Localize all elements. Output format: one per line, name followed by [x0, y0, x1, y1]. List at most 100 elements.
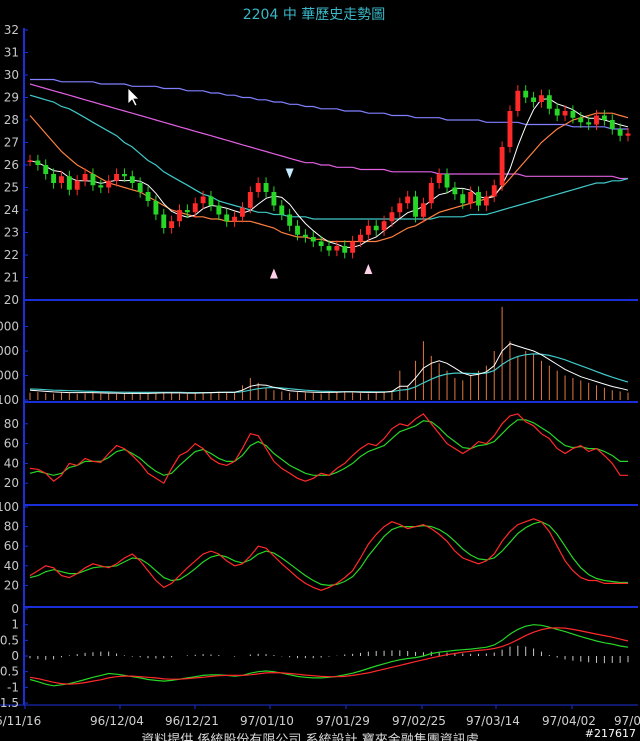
- candle-body: [43, 165, 49, 174]
- kd-line-red: [29, 413, 628, 485]
- x-tick-label: 96/12/04: [90, 714, 144, 728]
- candle-body: [224, 214, 230, 222]
- candle-body: [420, 203, 426, 217]
- stock-chart: 2204 中 華歷史走勢圖 32 31 30 29 28 27 26 25 24 23 22 21 20…: [0, 7, 640, 741]
- candle-body: [452, 187, 458, 195]
- candle-body: [483, 196, 489, 206]
- x-tick-label: 97/01/10: [240, 714, 294, 728]
- candle-body: [279, 205, 285, 215]
- panel-frames: [0, 28, 638, 706]
- volume-y-tick-label: 000: [0, 369, 19, 383]
- candle-body: [531, 97, 537, 102]
- candle-body: [436, 174, 442, 183]
- candle-body: [405, 196, 411, 204]
- footer-credit: 資料提供 係統股份有限公司 系統設計 寶來金融集團資訊處: [141, 732, 478, 741]
- candle-body: [523, 90, 529, 98]
- candle-body: [263, 183, 269, 192]
- x-tick-label: 97/02/25: [392, 714, 446, 728]
- candle-body: [350, 241, 356, 253]
- price-y-tick-label: 25: [4, 181, 19, 195]
- candle-body: [601, 115, 607, 120]
- macd-y-tick-label: 0: [11, 602, 19, 616]
- candle-body: [468, 192, 474, 204]
- candle-body: [491, 185, 497, 197]
- price-y-tick-label: 31: [4, 46, 19, 60]
- price-y-tick-label: 22: [4, 248, 19, 262]
- candle-body: [326, 246, 332, 251]
- candle-body: [247, 192, 253, 208]
- volume-y-tick-label: 000: [0, 320, 19, 334]
- candle-body: [539, 95, 544, 102]
- buy-signal-marker: [269, 268, 278, 279]
- candle-body: [295, 225, 300, 235]
- candle-body: [287, 214, 293, 226]
- candle-body: [232, 216, 238, 222]
- candle-body: [59, 176, 64, 183]
- macd-y-tick-label: 1: [11, 618, 19, 632]
- candle-body: [177, 210, 182, 222]
- macd-y-tick-label: -1: [7, 680, 19, 694]
- volume-y-tick-label: 100: [0, 393, 19, 407]
- candle-body: [342, 246, 348, 253]
- x-axis: 6/11/16 96/12/04 96/12/21 97/01/10 97/01/29 9…: [0, 705, 640, 728]
- rsi-line-red: [29, 518, 628, 591]
- candle-body: [499, 147, 505, 186]
- rsi-y-tick-label: 60: [4, 539, 19, 553]
- rsi-y-tick-label: 100: [0, 500, 19, 514]
- candle-body: [137, 183, 143, 192]
- candle-body: [570, 111, 576, 118]
- candle-body: [208, 196, 214, 206]
- macd-y-tick-label: 0.5: [0, 633, 19, 647]
- candle-body: [153, 201, 159, 215]
- candle-body: [594, 115, 599, 125]
- rsi-y-tick-label: 20: [4, 578, 19, 592]
- x-tick-label: 6/11/16: [0, 714, 41, 728]
- volume-ma-long-line: [29, 353, 629, 394]
- macd-y-tick-label: 0: [11, 649, 19, 663]
- candle-body: [35, 160, 41, 165]
- candle-body: [82, 174, 88, 181]
- candle-body: [302, 234, 308, 237]
- mouse-cursor-icon: [127, 87, 140, 107]
- candle-body: [184, 210, 190, 213]
- candle-body: [617, 129, 623, 136]
- candle-body: [334, 246, 340, 251]
- x-tick-label: 97/03/14: [466, 714, 520, 728]
- candle-body: [586, 122, 592, 125]
- price-y-tick-label: 27: [4, 136, 19, 150]
- buy-signal-marker: [364, 264, 373, 274]
- candle-body: [90, 174, 96, 186]
- price-y-tick-label: 23: [4, 226, 19, 240]
- price-panel: 32 31 30 29 28 27 26 25 24 23 22 21 20: [4, 23, 631, 307]
- candle-body: [255, 183, 261, 192]
- candle-body: [381, 221, 387, 231]
- candle-body: [515, 90, 521, 111]
- candle-body: [476, 192, 481, 206]
- candle-body: [310, 237, 316, 242]
- candle-body: [546, 95, 552, 109]
- candle-body: [609, 120, 615, 129]
- candle-body: [428, 183, 434, 204]
- x-tick-label: 97/04/02: [542, 714, 596, 728]
- kd-y-tick-label: 80: [4, 417, 19, 431]
- candle-body: [121, 174, 127, 177]
- candle-body: [27, 160, 33, 162]
- price-y-tick-label: 21: [4, 271, 19, 285]
- candle-body: [169, 221, 175, 228]
- price-y-tick-label: 29: [4, 91, 19, 105]
- chart-title: 2204 中 華歷史走勢圖: [243, 7, 386, 23]
- rsi-panel: 100 80 60 40 20: [0, 500, 628, 592]
- volume-ma-short-line: [29, 343, 629, 394]
- volume-panel: 000 000 000 100: [0, 306, 629, 407]
- x-tick-label: 97/01/29: [316, 714, 370, 728]
- candle-body: [554, 108, 560, 116]
- price-y-tick-label: 28: [4, 113, 19, 127]
- rsi-line-green: [29, 521, 628, 587]
- candle-body: [562, 111, 568, 116]
- rsi-y-tick-label: 80: [4, 520, 19, 534]
- candle-body: [444, 174, 450, 188]
- watermark: #217617: [585, 727, 636, 740]
- price-y-tick-label: 20: [4, 293, 19, 307]
- price-y-tick-label: 24: [4, 203, 19, 217]
- kd-y-tick-label: 20: [4, 476, 19, 490]
